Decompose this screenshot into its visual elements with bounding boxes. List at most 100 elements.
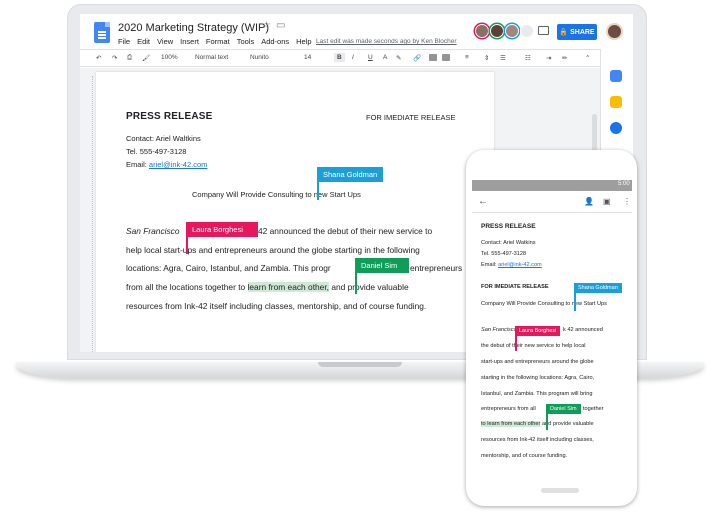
cursor-flag-laura: Laura Borghesi (186, 222, 258, 237)
undo-icon[interactable]: ↶ (96, 54, 101, 62)
paint-format-icon[interactable]: 🖌 (142, 54, 150, 62)
phone-cursor-flag-laura: Laura Borghesi (515, 326, 561, 336)
font-size-select[interactable]: 14 (304, 54, 311, 61)
last-edit-link[interactable]: Last edit was made seconds ago by Ken Bl… (316, 38, 457, 45)
back-arrow-icon[interactable]: ← (478, 196, 488, 207)
pen-icon[interactable]: ✏ (562, 54, 567, 62)
phone-line-7: to learn from each other and provide val… (481, 421, 594, 427)
tasks-icon[interactable] (610, 122, 622, 134)
document-title[interactable]: 2020 Marketing Strategy (WIP) (118, 22, 269, 34)
add-person-icon[interactable]: 👤 (584, 197, 594, 206)
phone-cursor-daniel (546, 404, 548, 430)
laptop-notch (318, 362, 402, 367)
zoom-select[interactable]: 100% (161, 54, 178, 61)
menu-addons[interactable]: Add-ons (261, 37, 289, 46)
avatar[interactable] (475, 24, 489, 38)
doc-line-3: locations: Agra, Cairo, Istanbul, and Za… (126, 263, 331, 273)
doc-release-label: FOR IMEDIATE RELEASE (366, 113, 456, 122)
indent-icon[interactable]: ⇥ (546, 54, 551, 62)
style-select[interactable]: Normal text (195, 54, 228, 61)
email-link[interactable]: ariel@ink-42.com (149, 160, 207, 169)
redo-icon[interactable]: ↷ (112, 54, 117, 62)
more-collaborators[interactable] (520, 24, 534, 38)
phone-line-1-rest: k 42 announced (563, 327, 603, 333)
folder-icon[interactable]: ▭ (276, 20, 285, 31)
comment-icon-mobile[interactable]: ▣ (603, 197, 611, 206)
menu-view[interactable]: View (157, 37, 173, 46)
menu-edit[interactable]: Edit (137, 37, 150, 46)
doc-heading: PRESS RELEASE (126, 111, 213, 122)
align-icon[interactable]: ≡ (465, 54, 469, 61)
phone-status-bar (472, 180, 632, 191)
phone-line-1: San Francisco (481, 327, 517, 333)
doc-line-1: San Francisco (126, 226, 180, 236)
share-button[interactable]: 🔒 SHARE (557, 24, 597, 40)
doc-city: San Francisco (126, 226, 180, 236)
formatting-toolbar: ↶ ↷ ⎙ 🖌 100% Normal text Nunito 14 B I U… (80, 49, 600, 67)
menu-tools[interactable]: Tools (237, 37, 255, 46)
phone-home-indicator (541, 488, 579, 493)
phone-cursor-shana (574, 283, 576, 311)
account-avatar[interactable] (606, 23, 623, 40)
keep-icon[interactable] (610, 96, 622, 108)
doc-line-4: from all the locations together to learn… (126, 282, 409, 292)
italic-button[interactable]: I (352, 54, 354, 61)
doc-contact: Contact: Ariel Waltkins (126, 134, 201, 143)
cursor-daniel (355, 258, 357, 294)
lock-icon: 🔒 (559, 29, 569, 36)
underline-button[interactable]: U (368, 54, 373, 61)
menu-format[interactable]: Format (206, 37, 230, 46)
collapse-icon[interactable]: ⌃ (585, 54, 590, 62)
doc-subtitle-b: to new Start Ups (305, 190, 361, 199)
bold-button[interactable]: B (334, 53, 345, 62)
phone-release-label: FOR IMEDIATE RELEASE (481, 284, 549, 290)
share-label: SHARE (570, 28, 595, 36)
phone-cursor-flag-shana: Shana Goldman (574, 283, 622, 293)
phone-line-6-end: together (583, 406, 604, 412)
print-icon[interactable]: ⎙ (127, 54, 132, 62)
doc-line-4-b: and provide valuable (331, 282, 409, 292)
doc-line-2: help local start-ups and entrepreneurs a… (126, 245, 420, 255)
image-icon[interactable] (442, 54, 450, 63)
avatar[interactable] (505, 24, 519, 38)
doc-line-3-end: entrepreneurs (410, 263, 463, 273)
more-vert-icon[interactable]: ⋮ (623, 197, 631, 206)
phone-line-8: resources from Ink-42 itself including c… (481, 437, 594, 443)
text-color-button[interactable]: A (383, 54, 387, 61)
doc-subtitle-a: Company Will Provide Consulting (192, 190, 304, 199)
doc-subtitle: Company Will Provide Consulting to new S… (192, 190, 361, 199)
bullet-list-icon[interactable]: ☷ (525, 54, 531, 62)
cursor-flag-shana: Shana Goldman (317, 167, 384, 182)
phone-email-link[interactable]: ariel@ink-42.com (498, 262, 542, 268)
comment-add-icon[interactable] (429, 54, 437, 63)
menu-bar: File Edit View Insert Format Tools Add-o… (118, 37, 312, 46)
phone-line-4: starting in the following locations: Agr… (481, 375, 595, 381)
collaborator-avatars (475, 24, 535, 38)
comment-icon[interactable] (538, 26, 549, 35)
link-icon[interactable]: 🔗 (413, 54, 421, 62)
menu-help[interactable]: Help (296, 37, 311, 46)
highlight-icon[interactable]: ✎ (396, 54, 401, 62)
phone-highlighted-text: to learn from each other (481, 421, 541, 427)
cursor-shana (317, 167, 319, 200)
calendar-icon[interactable] (610, 70, 622, 82)
doc-line-5: resources from Ink-42 itself including c… (126, 301, 427, 311)
doc-line-1-rest: 42 announced the debut of their new serv… (258, 226, 433, 236)
phone-cursor-laura (515, 326, 517, 351)
phone-line-3: start-ups and entrepreneurs around the g… (481, 359, 594, 365)
phone-subtitle: Company Will Provide Consulting to new S… (481, 301, 607, 307)
doc-line-4-a: from all the locations together to (126, 282, 246, 292)
menu-insert[interactable]: Insert (180, 37, 199, 46)
font-select[interactable]: Nunito (250, 54, 269, 61)
menu-file[interactable]: File (118, 37, 130, 46)
docs-logo-icon[interactable] (94, 22, 110, 43)
checklist-icon[interactable]: ☰ (500, 54, 506, 62)
phone-cursor-flag-daniel: Daniel Sim (546, 404, 581, 414)
line-spacing-icon[interactable]: ⇕ (484, 54, 489, 62)
avatar[interactable] (490, 24, 504, 38)
star-icon[interactable]: ☆ (262, 20, 271, 31)
cursor-laura (186, 222, 188, 254)
phone-heading: PRESS RELEASE (481, 223, 536, 230)
doc-email-label: Email: (126, 160, 149, 169)
phone-line-6: entrepreneurs from all (481, 406, 536, 412)
